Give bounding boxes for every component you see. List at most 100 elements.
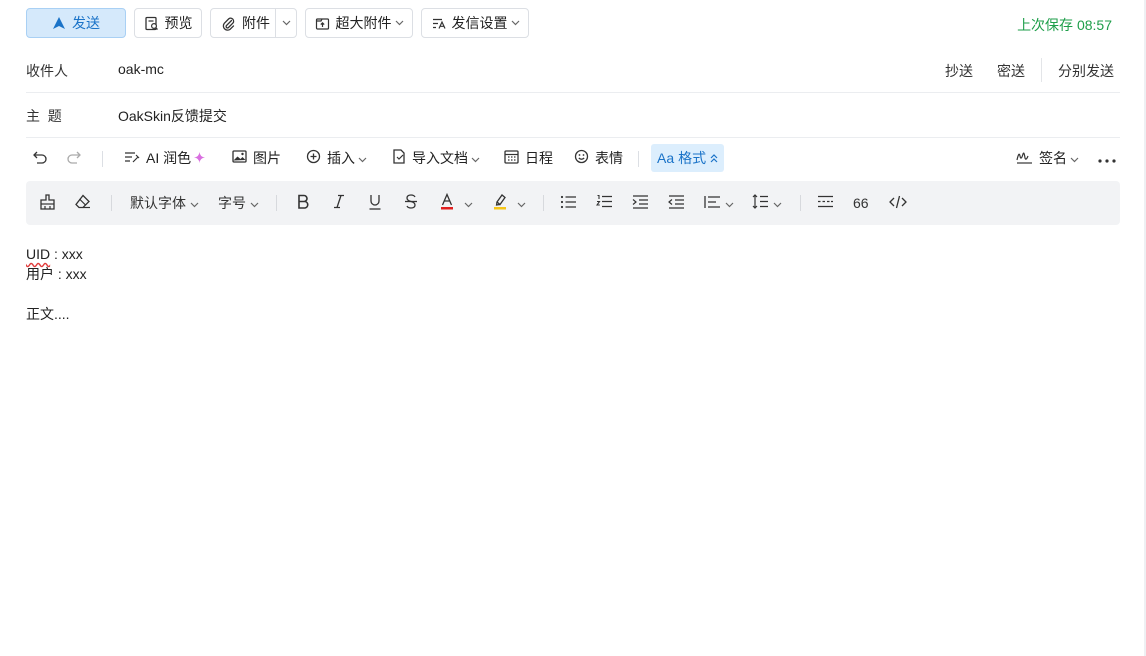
- code-button[interactable]: [889, 181, 907, 225]
- chevron-down-icon: [464, 195, 473, 211]
- chevron-down-icon: [395, 20, 404, 26]
- body-line-uid-rest: : xxx: [50, 246, 83, 262]
- format-toggle-button[interactable]: Aa 格式: [651, 144, 725, 172]
- divider: [800, 195, 801, 211]
- bcc-link[interactable]: 密送: [997, 61, 1025, 82]
- schedule-button[interactable]: 日程: [504, 143, 553, 173]
- editor-toolbar: AI 润色 图片 插入 导入文档 日程 表情 Aa 格式 签名: [26, 143, 1120, 175]
- chevron-down-icon: [517, 195, 526, 211]
- redo-button[interactable]: [66, 143, 82, 173]
- signature-label: 签名: [1039, 150, 1067, 166]
- send-icon: [52, 16, 66, 30]
- outdent-icon: [668, 194, 685, 212]
- emoji-icon: [574, 149, 589, 167]
- horizontal-rule-button[interactable]: [817, 181, 834, 225]
- code-icon: [889, 195, 907, 212]
- chevron-down-icon: [1070, 150, 1079, 166]
- big-attachment-button[interactable]: 超大附件: [305, 8, 413, 38]
- indent-icon: [632, 194, 649, 212]
- chevron-down-icon: [725, 195, 734, 211]
- more-options-button[interactable]: [1098, 143, 1116, 173]
- bullet-list-button[interactable]: [560, 181, 577, 225]
- font-size-select[interactable]: 字号: [218, 181, 259, 225]
- undo-button[interactable]: [32, 143, 48, 173]
- signature-icon: [1016, 150, 1033, 167]
- image-label: 图片: [253, 150, 281, 166]
- separate-send-link[interactable]: 分别发送: [1058, 61, 1114, 82]
- preview-icon: [144, 16, 159, 31]
- italic-icon: [332, 194, 346, 212]
- quote-icon: 66: [853, 195, 869, 211]
- document-icon: [392, 149, 406, 167]
- chevron-down-icon: [190, 195, 199, 211]
- image-button[interactable]: 图片: [232, 143, 281, 173]
- outdent-button[interactable]: [668, 181, 685, 225]
- schedule-label: 日程: [525, 150, 553, 166]
- preview-button[interactable]: 预览: [134, 8, 202, 38]
- bullet-list-icon: [560, 195, 577, 212]
- format-painter-icon: [39, 193, 56, 213]
- insert-label: 插入: [327, 150, 355, 166]
- bold-button[interactable]: [296, 181, 310, 225]
- send-settings-button[interactable]: 发信设置: [421, 8, 529, 38]
- top-action-bar: 发送 预览 附件 超大附件 发信设置 上次保存 08:57: [26, 8, 1120, 40]
- clear-format-button[interactable]: [74, 181, 91, 225]
- attach-button-group: 附件: [210, 8, 297, 38]
- recipients-row: 收件人 oak-mc 抄送 密送 分别发送: [26, 48, 1120, 93]
- send-settings-icon: [431, 16, 446, 31]
- line-height-icon: [752, 194, 769, 212]
- attach-button[interactable]: 附件: [211, 9, 277, 37]
- italic-button[interactable]: [332, 181, 346, 225]
- align-button[interactable]: [704, 181, 734, 225]
- quote-button[interactable]: 66: [853, 181, 869, 225]
- numbered-list-button[interactable]: [595, 181, 613, 225]
- format-painter-button[interactable]: [39, 181, 56, 225]
- body-line-user: 用户 : xxx: [26, 266, 87, 282]
- send-button[interactable]: 发送: [26, 8, 126, 38]
- line-height-button[interactable]: [752, 181, 782, 225]
- chevron-down-icon: [511, 20, 520, 26]
- eraser-icon: [74, 194, 91, 212]
- divider: [638, 151, 639, 167]
- emoji-button[interactable]: 表情: [574, 143, 623, 173]
- font-color-button[interactable]: [440, 181, 473, 225]
- ai-polish-button[interactable]: AI 润色: [124, 143, 206, 173]
- body-line-content: 正文....: [26, 306, 70, 322]
- underline-button[interactable]: [368, 181, 382, 225]
- subject-field[interactable]: OakSkin反馈提交: [118, 106, 227, 126]
- ai-polish-label: AI 润色: [146, 150, 192, 166]
- divider: [102, 151, 103, 167]
- recipients-field[interactable]: oak-mc: [118, 61, 164, 77]
- paperclip-icon: [221, 16, 236, 31]
- indent-button[interactable]: [632, 181, 649, 225]
- bold-icon: [296, 194, 310, 212]
- format-toolbar: 默认字体 字号 66: [26, 181, 1120, 225]
- divider: [543, 195, 544, 211]
- attach-label: 附件: [242, 15, 270, 31]
- chevron-down-icon: [250, 195, 259, 211]
- body-blank-line: [26, 284, 87, 304]
- insert-button[interactable]: 插入: [306, 143, 367, 173]
- chevron-down-icon: [358, 150, 367, 166]
- format-prefix: Aa: [657, 150, 675, 166]
- big-attachment-label: 超大附件: [335, 15, 392, 31]
- horizontal-rule-icon: [817, 195, 834, 211]
- big-attachment-icon: [315, 16, 330, 31]
- message-body[interactable]: UID : xxx 用户 : xxx 正文....: [26, 244, 87, 324]
- signature-button[interactable]: 签名: [1016, 143, 1079, 173]
- more-icon: [1098, 150, 1116, 166]
- last-saved-status: 上次保存 08:57: [1017, 17, 1112, 33]
- chevron-up-double-icon: [710, 150, 718, 166]
- import-document-button[interactable]: 导入文档: [392, 143, 480, 173]
- strikethrough-button[interactable]: [404, 181, 418, 225]
- attach-dropdown-button[interactable]: [276, 9, 296, 37]
- underline-icon: [368, 194, 382, 213]
- highlight-color-button[interactable]: [493, 181, 526, 225]
- font-family-select[interactable]: 默认字体: [130, 181, 199, 225]
- divider: [111, 195, 112, 211]
- chevron-down-icon: [471, 150, 480, 166]
- preview-label: 预览: [164, 15, 193, 31]
- cc-link[interactable]: 抄送: [945, 61, 973, 82]
- spellcheck-word: UID: [26, 246, 51, 262]
- font-color-icon: [440, 192, 454, 213]
